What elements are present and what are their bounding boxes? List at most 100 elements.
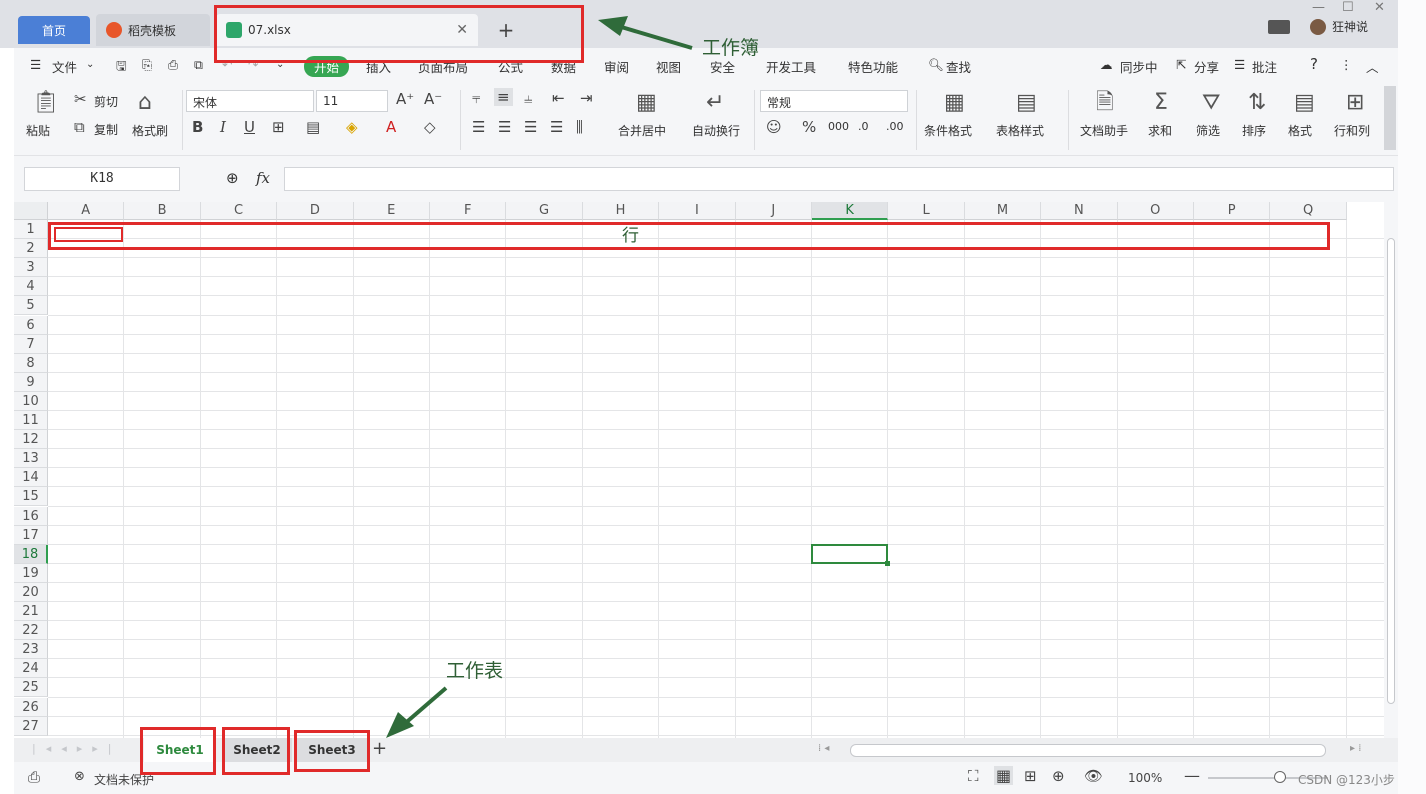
search-icon[interactable]: 🔍︎ (928, 57, 944, 73)
format-icon[interactable]: ▤ (1294, 92, 1315, 114)
menu-developer[interactable]: 开发工具 (766, 57, 816, 76)
page-break-icon[interactable]: ⊞ (1024, 767, 1037, 785)
share-button[interactable]: 分享 (1194, 57, 1219, 76)
name-box[interactable]: K18 (24, 167, 180, 191)
cloud-sync-icon[interactable]: ☁ (1100, 57, 1113, 72)
bold-button[interactable]: B (192, 118, 203, 136)
format-button[interactable]: 格式 (1288, 122, 1312, 139)
hscroll-split[interactable]: ⁞ ◂ (818, 743, 829, 754)
active-cell[interactable] (811, 543, 891, 566)
menu-search[interactable]: 查找 (946, 57, 971, 76)
row-header[interactable]: 7 (14, 334, 48, 354)
fill-color-icon[interactable]: ◈ (346, 118, 358, 136)
vertical-scroll-thumb[interactable] (1387, 238, 1395, 704)
currency-icon[interactable]: ☺ (766, 118, 782, 136)
font-size-select[interactable]: 11 (316, 90, 388, 112)
italic-button[interactable]: I (220, 118, 226, 136)
row-header[interactable]: 15 (14, 487, 48, 507)
increase-decimal-icon[interactable]: .0 (858, 120, 869, 133)
preview-icon[interactable]: ⧉ (194, 57, 203, 73)
export-icon[interactable]: ⎘ (142, 57, 152, 73)
column-header[interactable]: P (1194, 202, 1271, 220)
menu-view[interactable]: 视图 (656, 57, 681, 76)
decrease-decimal-icon[interactable]: .00 (886, 120, 904, 133)
normal-view-icon[interactable]: ▦ (994, 766, 1014, 785)
tab-home[interactable]: 首页 (18, 16, 90, 44)
zoom-slider-thumb[interactable] (1274, 771, 1286, 783)
row-header[interactable]: 16 (14, 506, 48, 526)
column-header[interactable]: O (1117, 202, 1194, 220)
number-format-select[interactable]: 常规 (760, 90, 908, 112)
user-area[interactable]: 狂神说 (1268, 18, 1368, 35)
column-header[interactable]: E (353, 202, 430, 220)
column-header[interactable]: A (48, 202, 125, 220)
border-icon[interactable]: ⊞ (272, 118, 285, 136)
align-bottom-icon[interactable]: ⫨ (524, 89, 532, 107)
column-header[interactable]: D (277, 202, 354, 220)
column-header[interactable]: N (1041, 202, 1118, 220)
row-header[interactable]: 5 (14, 296, 48, 316)
row-header[interactable]: 21 (14, 602, 48, 622)
merge-center-button[interactable]: 合并居中 (618, 122, 666, 139)
fullscreen-icon[interactable]: ⛶ (968, 767, 979, 785)
percent-button[interactable]: % (802, 118, 816, 136)
doc-helper-button[interactable]: 文档助手 (1080, 122, 1128, 139)
wrap-text-button[interactable]: 自动换行 (692, 122, 740, 139)
ribbon-scroll[interactable] (1384, 86, 1396, 150)
hscroll-right[interactable]: ▸ ⁞ (1350, 743, 1361, 754)
reading-mode-icon[interactable]: ⊕ (1052, 767, 1065, 785)
conditional-format-icon[interactable]: ▦ (944, 92, 965, 114)
cut-icon[interactable]: ✂ (74, 90, 87, 108)
eye-protection-icon[interactable]: 👁︎ (1084, 767, 1103, 785)
maximize-button[interactable]: ☐ (1342, 0, 1354, 15)
indent-decrease-icon[interactable]: ⇤ (552, 89, 565, 107)
table-style-icon[interactable]: ▤ (1016, 92, 1037, 114)
column-header[interactable]: B (124, 202, 201, 220)
row-header[interactable]: 13 (14, 449, 48, 469)
row-header[interactable]: 10 (14, 391, 48, 411)
column-header[interactable]: G (506, 202, 583, 220)
minimize-button[interactable]: — (1312, 0, 1325, 15)
column-header[interactable]: K (812, 202, 889, 220)
chevron-down-icon[interactable]: ⌄ (86, 59, 94, 70)
row-header[interactable]: 22 (14, 621, 48, 641)
column-header[interactable]: H (582, 202, 660, 220)
align-right-icon[interactable]: ☰ (524, 118, 537, 136)
row-header[interactable]: 18 (14, 544, 48, 564)
column-header[interactable]: C (200, 202, 278, 220)
row-header[interactable]: 17 (14, 525, 48, 545)
zoom-out-button[interactable]: — (1184, 766, 1200, 785)
filter-icon[interactable]: ⛛ (1202, 92, 1220, 114)
hamburger-icon[interactable]: ☰ (30, 57, 41, 72)
row-header[interactable]: 14 (14, 468, 48, 488)
macro-icon[interactable]: ⎙ (28, 768, 40, 786)
cut-button[interactable]: 剪切 (94, 93, 118, 110)
sort-icon[interactable]: ⇅ (1248, 92, 1266, 114)
formula-input[interactable] (284, 167, 1394, 191)
close-window-button[interactable]: ✕ (1374, 0, 1385, 15)
row-header[interactable]: 26 (14, 697, 48, 717)
copy-button[interactable]: 复制 (94, 121, 118, 138)
sync-status[interactable]: 同步中 (1120, 57, 1158, 76)
wrap-text-icon[interactable]: ↵ (706, 92, 724, 114)
decrease-font-icon[interactable]: A⁻ (424, 90, 442, 108)
row-header[interactable]: 1 (14, 220, 48, 240)
align-middle-icon[interactable]: ≡ (494, 88, 513, 106)
justify-icon[interactable]: ☰ (550, 118, 563, 136)
table-style-button[interactable]: 表格样式 (996, 122, 1044, 139)
row-header[interactable]: 4 (14, 277, 48, 297)
thousands-icon[interactable]: 000 (828, 120, 849, 133)
sum-icon[interactable]: Σ (1154, 92, 1168, 114)
merge-icon[interactable]: ▦ (636, 92, 657, 114)
column-header[interactable]: L (888, 202, 965, 220)
row-header[interactable]: 9 (14, 372, 48, 392)
menu-file[interactable]: 文件 (52, 57, 77, 76)
row-header[interactable]: 3 (14, 258, 48, 278)
row-header[interactable]: 19 (14, 563, 48, 583)
row-header[interactable]: 6 (14, 315, 48, 335)
collapse-ribbon-icon[interactable]: ︿ (1366, 57, 1379, 76)
paste-button[interactable]: 粘贴 (26, 122, 50, 139)
distribute-icon[interactable]: ⫼ (576, 118, 583, 136)
more-icon[interactable]: ⋮ (1340, 57, 1353, 72)
increase-font-icon[interactable]: A⁺ (396, 90, 414, 108)
